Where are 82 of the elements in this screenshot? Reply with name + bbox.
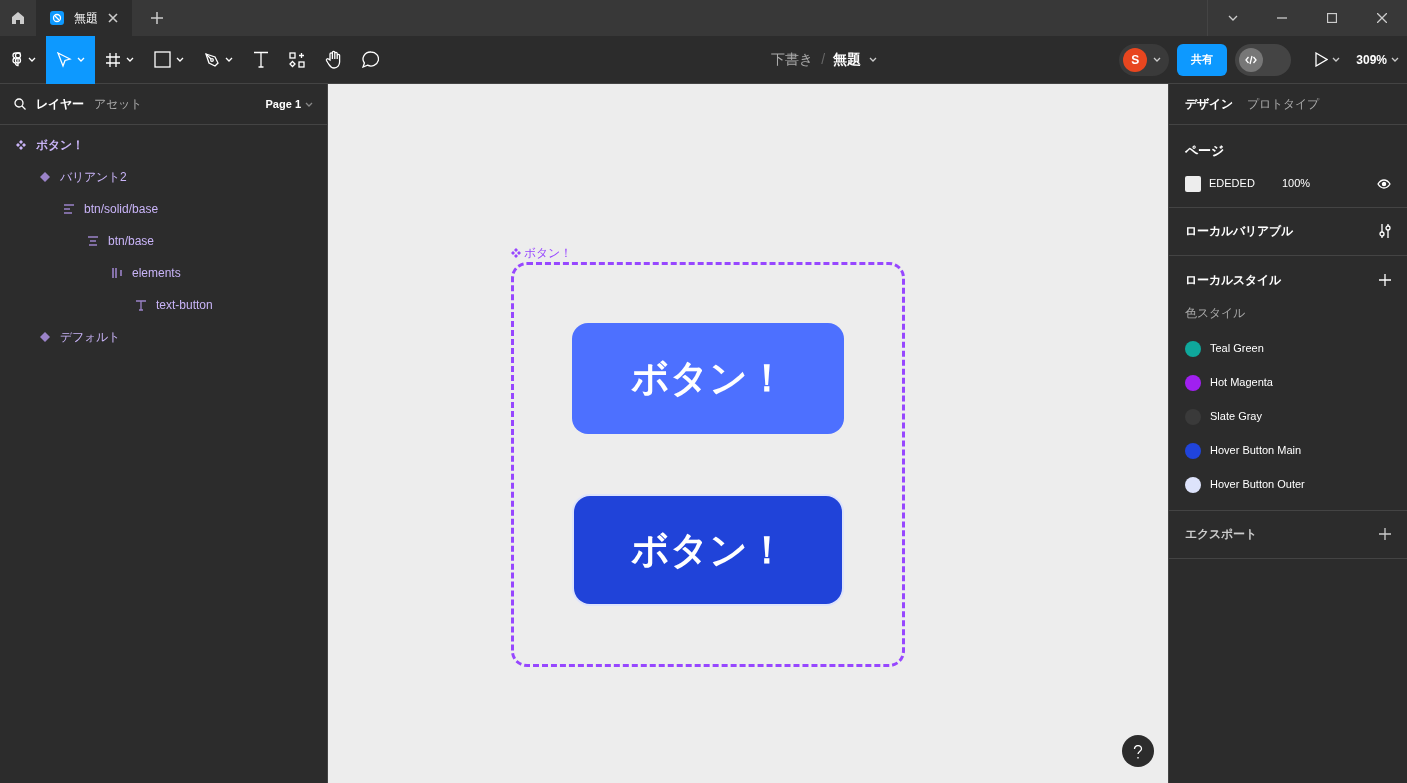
chevron-down-icon [225,57,233,62]
color-style-item[interactable]: Hot Magenta [1185,365,1391,400]
fill-opacity[interactable]: 100% [1282,175,1377,192]
chevron-down-icon [305,101,313,107]
align-center-icon [88,236,98,246]
color-style-item[interactable]: Teal Green [1185,331,1391,366]
frame-label[interactable]: ボタン！ [511,244,1168,262]
diamond-icon [40,172,50,182]
plus-icon[interactable] [1379,528,1391,540]
button-variant[interactable]: ボタン！ [574,496,842,604]
minimize-icon [1277,17,1287,19]
panel-tab[interactable]: レイヤー [36,95,84,113]
component-set-icon [511,248,521,258]
diamond-icon [40,332,50,342]
play-icon [1315,52,1329,67]
hand-icon [325,50,342,69]
home-icon [11,11,25,25]
component-set-icon [16,140,26,150]
cursor-icon [56,51,72,68]
help-icon [1133,744,1143,759]
panel-tab[interactable]: プロトタイプ [1247,95,1319,113]
layer-row[interactable]: btn/solid/base [0,193,327,225]
layer-row[interactable]: ボタン！ [0,129,327,161]
component-frame[interactable]: ボタン！ ボタン！ [511,262,905,667]
present-button[interactable] [1315,52,1341,67]
help-button[interactable] [1122,735,1154,767]
zoom-menu[interactable]: 309% [1356,50,1399,69]
close-icon [108,13,118,23]
code-icon [1245,54,1258,65]
chevron-down-icon [1153,57,1162,62]
color-style-item[interactable]: Slate Gray [1185,399,1391,434]
logo-icon [12,51,23,68]
close-icon [1377,13,1387,23]
comment-icon [362,51,379,68]
align-left-icon [64,204,74,214]
section-title: ローカルスタイル [1185,271,1281,289]
text-icon [253,51,269,68]
user-avatar: S [1123,47,1148,72]
color-swatch[interactable] [1185,175,1201,192]
chevron-down-icon [1227,15,1238,21]
shapes-icon [289,51,305,68]
sliders-icon[interactable] [1379,224,1391,238]
page-selector[interactable]: Page 1 [265,95,313,113]
chevron-down-icon [28,57,36,62]
file-tab[interactable]: 無題 [36,0,132,36]
chevron-down-icon [1391,57,1399,62]
chevron-down-icon [869,57,878,62]
color-style-item[interactable]: Hover Button Outer [1185,467,1391,502]
text-icon [136,299,146,311]
subsection-title: 色スタイル [1185,304,1246,322]
chevron-down-icon [77,57,85,62]
section-title: ローカルバリアブル [1185,223,1293,240]
plus-icon [151,12,163,24]
layer-row[interactable]: text-button [0,289,327,321]
section-title: エクスポート [1185,526,1257,543]
layer-row[interactable]: elements [0,257,327,289]
columns-icon [112,268,122,278]
panel-tab[interactable]: アセット [94,95,142,113]
cursor-tool[interactable] [46,35,95,84]
chevron-down-icon [1332,57,1341,62]
chevron-down-icon [176,57,184,62]
eye-icon[interactable] [1377,178,1391,189]
layer-row[interactable]: btn/base [0,225,327,257]
folder-name[interactable]: 下書き [771,49,814,70]
multiplayer-menu[interactable]: S [1119,43,1170,76]
dev-mode-toggle[interactable] [1235,43,1292,76]
panel-tab[interactable]: デザイン [1185,95,1233,113]
layer-row[interactable]: バリアント2 [0,161,327,193]
search-icon[interactable] [14,98,26,110]
frame-icon [105,51,121,68]
rectangle-icon [154,51,171,68]
section-title: ページ [1185,142,1225,160]
color-style-item[interactable]: Hover Button Main [1185,433,1391,468]
file-icon [50,11,64,25]
chevron-down-icon [126,57,134,62]
file-name[interactable]: 無題 [833,49,862,70]
layer-row[interactable]: デフォルト [0,321,327,353]
fill-hex[interactable]: EDEDED [1209,175,1282,192]
breadcrumb-separator: / [821,50,826,69]
button-variant[interactable]: ボタン！ [572,323,844,434]
pen-icon [204,51,220,68]
maximize-icon [1327,13,1337,23]
